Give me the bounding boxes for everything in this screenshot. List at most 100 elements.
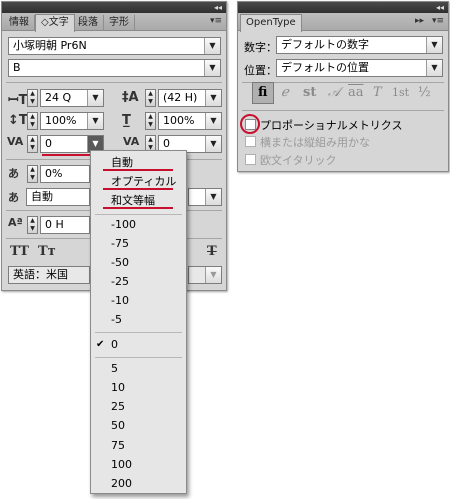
vertical-scale-input[interactable]: 100% ▼ xyxy=(40,112,104,130)
strikethrough-button[interactable]: T xyxy=(207,244,217,259)
number-value: デフォルトの数字 xyxy=(281,38,369,51)
panel-tabs: 情報 ◇文字 段落 字形 ▾≡ xyxy=(2,13,226,32)
tab-opentype[interactable]: OpenType xyxy=(240,14,302,32)
tsume-icon: あ xyxy=(8,167,19,180)
font-family-value: 小塚明朝 Pr6N xyxy=(13,39,87,52)
horizontal-scale-icon: T̲ xyxy=(122,113,131,128)
menu-item[interactable]: -10 xyxy=(91,291,186,310)
contextual-alternates-icon[interactable]: T xyxy=(373,85,382,100)
stylistic-alternates-icon[interactable]: aa xyxy=(348,85,364,100)
menu-item[interactable]: 100 xyxy=(91,455,186,474)
chevron-down-icon: ▼ xyxy=(87,113,103,129)
vertical-scale-stepper[interactable]: ▲ ▼ xyxy=(27,112,38,130)
divider xyxy=(6,82,222,83)
language-dropdown-tail[interactable]: ▼ xyxy=(188,266,222,284)
vertical-scale-icon: ↕T xyxy=(8,113,28,128)
chevron-down-icon: ▼ xyxy=(426,37,442,53)
fractions-icon[interactable]: ½ xyxy=(418,85,431,100)
font-style-value: B xyxy=(13,61,21,74)
tsume-value: 0% xyxy=(45,167,63,180)
ligature-icon: fi xyxy=(258,85,268,100)
chevron-down-icon: ▼ xyxy=(205,113,221,129)
position-label: 位置： xyxy=(244,64,277,77)
menu-item[interactable]: 50 xyxy=(91,416,186,435)
tsume-stepper[interactable]: ▲ ▼ xyxy=(27,165,38,183)
kerning-dropdown-menu: 自動 オプティカル 和文等幅 -100 -75 -50 -25 -10 -5 ✔… xyxy=(90,150,187,494)
tab-paragraph[interactable]: 段落 xyxy=(73,15,104,31)
panel-titlebar[interactable]: ◂◂ xyxy=(2,2,226,13)
leading-input[interactable]: (42 H) ▼ xyxy=(158,89,222,107)
mojikumi-dropdown[interactable]: 自動 xyxy=(26,188,90,206)
chevron-down-icon: ▼ xyxy=(205,189,221,205)
kerning-value: 0 xyxy=(45,137,52,150)
panel-menu-icon[interactable]: ▾≡ xyxy=(210,16,222,26)
menu-item[interactable]: 75 xyxy=(91,436,186,455)
swash-icon[interactable]: ℯ xyxy=(281,85,289,100)
tab-info[interactable]: 情報 xyxy=(4,15,35,31)
menu-item[interactable]: 5 xyxy=(91,359,186,378)
vertical-kana-checkbox[interactable] xyxy=(245,136,256,147)
panel-titlebar[interactable]: ◂◂ xyxy=(238,2,448,13)
discretionary-ligature-icon[interactable]: st xyxy=(303,85,316,100)
kerning-stepper[interactable]: ▲ ▼ xyxy=(27,135,38,153)
chevron-down-icon: ▼ xyxy=(87,90,103,106)
language-dropdown[interactable]: 英語：米国 xyxy=(8,266,90,284)
font-size-value: 24 Q xyxy=(45,91,72,104)
chevron-down-icon: ▼ xyxy=(205,136,221,152)
chevron-down-icon: ▼ xyxy=(204,60,220,76)
ligature-button[interactable]: fi xyxy=(252,82,274,104)
small-caps-button[interactable]: Tт xyxy=(38,244,56,259)
tracking-icon: VA xyxy=(123,135,140,148)
menu-item[interactable]: -100 xyxy=(91,215,186,234)
annotation-underline xyxy=(103,169,173,171)
menu-item[interactable]: -5 xyxy=(91,310,186,329)
titling-alternates-icon[interactable]: 𝒜 xyxy=(328,85,340,100)
font-size-icon: ꟷT xyxy=(8,93,28,108)
horizontal-scale-stepper[interactable]: ▲ ▼ xyxy=(145,112,156,130)
font-family-dropdown[interactable]: 小塚明朝 Pr6N ▼ xyxy=(8,37,221,55)
baseline-shift-input[interactable]: 0 H xyxy=(40,216,90,234)
menu-item-selected[interactable]: ✔ 0 xyxy=(91,335,186,354)
tab-glyphs[interactable]: 字形 xyxy=(104,15,135,31)
vertical-scale-value: 100% xyxy=(45,114,77,127)
font-size-input[interactable]: 24 Q ▼ xyxy=(40,89,104,107)
vertical-kana-label: 横または縦組み用かな xyxy=(260,136,370,149)
number-dropdown[interactable]: デフォルトの数字 ▼ xyxy=(276,36,443,54)
divider xyxy=(242,110,444,111)
chevron-down-icon: ▼ xyxy=(205,90,221,106)
menu-item[interactable]: -25 xyxy=(91,272,186,291)
horizontal-scale-input[interactable]: 100% ▼ xyxy=(158,112,222,130)
mojikumi-dropdown-tail[interactable]: ▼ xyxy=(188,188,222,206)
chevron-down-icon: ▼ xyxy=(205,267,221,283)
all-caps-button[interactable]: TT xyxy=(10,244,29,259)
ordinals-icon[interactable]: 1st xyxy=(392,86,409,99)
menu-item[interactable]: -75 xyxy=(91,234,186,253)
menu-item[interactable]: -50 xyxy=(91,253,186,272)
menu-item[interactable]: 25 xyxy=(91,397,186,416)
menu-item[interactable]: 200 xyxy=(91,474,186,493)
opentype-panel: ◂◂ OpenType ▸▸ ▾≡ 数字： デフォルトの数字 ▼ 位置： デフォ… xyxy=(237,1,449,172)
annotation-underline xyxy=(103,188,173,190)
leading-stepper[interactable]: ▲ ▼ xyxy=(145,89,156,107)
panel-menu-icon[interactable]: ▾≡ xyxy=(432,16,444,26)
tab-character[interactable]: ◇文字 xyxy=(35,14,75,32)
size-stepper[interactable]: ▲ ▼ xyxy=(27,89,38,107)
roman-italic-checkbox[interactable] xyxy=(245,154,256,165)
menu-item[interactable]: 10 xyxy=(91,378,186,397)
baseline-stepper[interactable]: ▲ ▼ xyxy=(27,216,38,234)
expand-icon[interactable]: ▸▸ xyxy=(415,16,424,26)
baseline-shift-value: 0 H xyxy=(45,218,64,231)
menu-item-label: 0 xyxy=(111,338,118,351)
annotation-underline xyxy=(103,207,173,209)
position-value: デフォルトの位置 xyxy=(281,61,369,74)
tsume-input[interactable]: 0% xyxy=(40,165,90,183)
tracking-value: 0 xyxy=(163,137,170,150)
roman-italic-label: 欧文イタリック xyxy=(260,154,337,167)
kerning-icon: VA xyxy=(7,135,24,148)
menu-separator xyxy=(95,332,182,333)
leading-value: (42 H) xyxy=(163,91,198,104)
chevron-down-icon: ▼ xyxy=(204,38,220,54)
font-style-dropdown[interactable]: B ▼ xyxy=(8,59,221,77)
menu-separator xyxy=(95,357,182,358)
position-dropdown[interactable]: デフォルトの位置 ▼ xyxy=(276,59,443,77)
